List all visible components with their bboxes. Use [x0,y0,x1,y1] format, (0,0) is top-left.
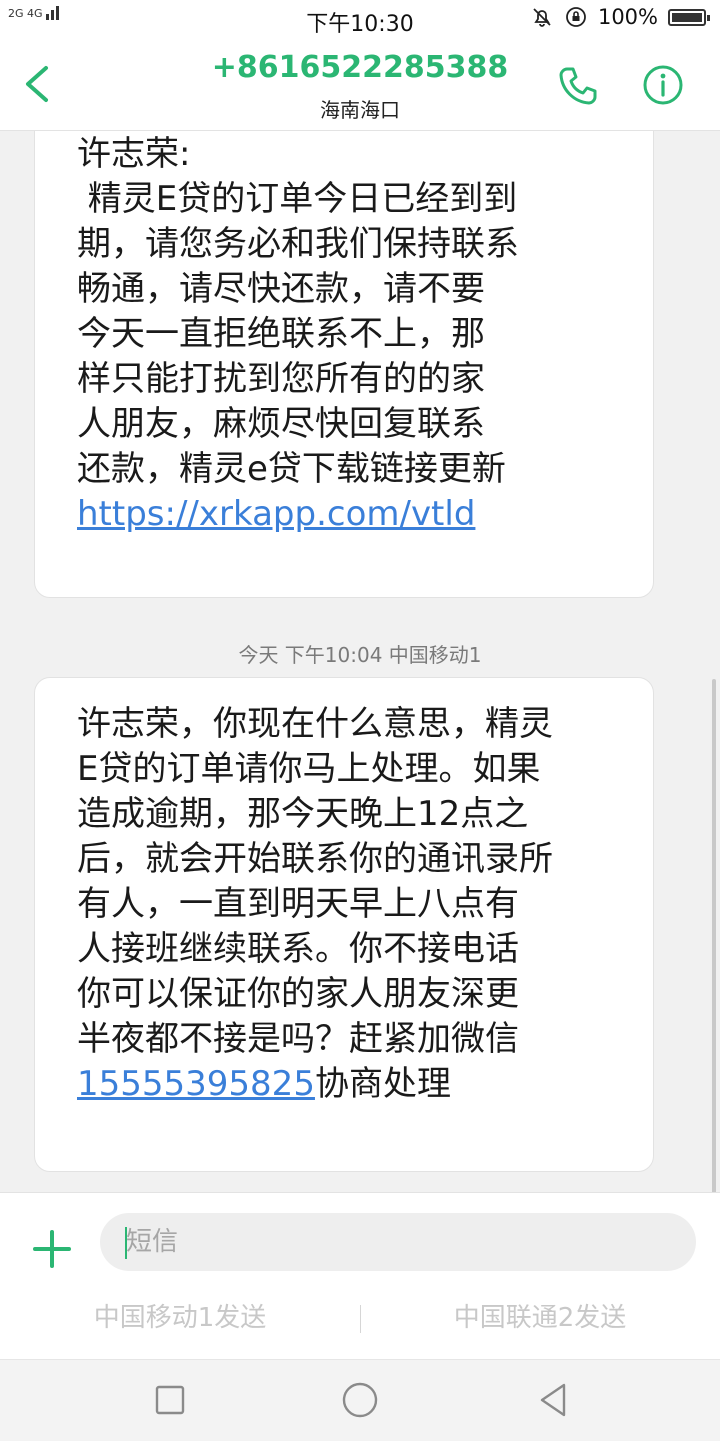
message-line: 人朋友，麻烦尽快回复联系 [77,404,485,444]
send-sim2-button[interactable]: 中国联通2发送 [360,1297,720,1334]
mute-bell-icon [533,8,551,27]
battery-icon [668,8,710,26]
phone-icon[interactable] [556,64,600,108]
message-timestamp: 今天 下午10:04 中国移动1 [238,643,482,667]
scrollbar[interactable] [712,679,716,1192]
message-line: 还款，精灵e贷下载链接更新 [77,449,506,489]
text-cursor [125,1227,127,1259]
message-bubble[interactable]: 许志荣，你现在什么意思，精灵 E贷的订单请你马上处理。如果 造成逾期，那今天晚上… [34,677,654,1172]
composer: 中国移动1发送 中国联通2发送 [0,1192,720,1359]
message-line-suffix: 协商处理 [314,1064,451,1104]
home-circle-icon[interactable] [340,1380,380,1420]
navigation-bar [0,1359,720,1441]
contact-number: +8616522285388 [211,50,509,85]
message-line: 你可以保证你的家人朋友深更 [77,974,519,1014]
message-bubble[interactable]: 许志荣: 精灵E贷的订单今日已经到到 期，请您务必和我们保持联系 畅通，请尽快还… [34,131,654,598]
message-url-link[interactable]: https://xrkapp.com/vtld [77,494,475,534]
message-line: 后，就会开始联系你的通讯录所 [77,839,553,879]
message-line: 今天一直拒绝联系不上，那 [77,314,485,354]
message-line: 半夜都不接是吗？赶紧加微信 [77,1019,519,1059]
send-sim1-button[interactable]: 中国移动1发送 [0,1297,360,1334]
status-bar: 2G 4G 下午10:30 100% [0,0,720,38]
battery-percent: 100% [597,5,658,29]
message-list[interactable]: 许志荣: 精灵E贷的订单今日已经到到 期，请您务必和我们保持联系 畅通，请尽快还… [0,131,720,1192]
message-phone-link[interactable]: 15555395825 [77,1064,315,1104]
rotation-lock-icon [566,7,586,27]
conversation-header: +8616522285388 海南海口 [0,38,720,131]
message-line: E贷的订单请你马上处理。如果 [77,749,541,789]
sms-input[interactable] [100,1213,696,1271]
status-right-group: 100% [530,5,710,29]
send-options: 中国移动1发送 中国联通2发送 [0,1297,720,1343]
message-line: 样只能打扰到您所有的的家 [77,359,485,399]
info-icon[interactable] [642,64,684,106]
message-line: 许志荣，你现在什么意思，精灵 [77,704,553,744]
recents-square-icon[interactable] [150,1380,190,1420]
message-line: 畅通，请尽快还款，请不要 [77,269,485,309]
message-line: 精灵E贷的订单今日已经到到 [77,179,518,219]
back-triangle-icon[interactable] [534,1380,574,1420]
message-line: 期，请您务必和我们保持联系 [77,224,519,264]
message-line: 许志荣: [77,134,191,174]
message-line: 造成逾期，那今天晚上12点之 [77,794,529,834]
contact-location: 海南海口 [320,98,400,122]
message-line: 有人，一直到明天早上八点有 [77,884,519,924]
add-attachment-icon[interactable] [32,1229,72,1269]
battery-fill [672,12,702,22]
message-line: 人接班继续联系。你不接电话 [77,929,519,969]
